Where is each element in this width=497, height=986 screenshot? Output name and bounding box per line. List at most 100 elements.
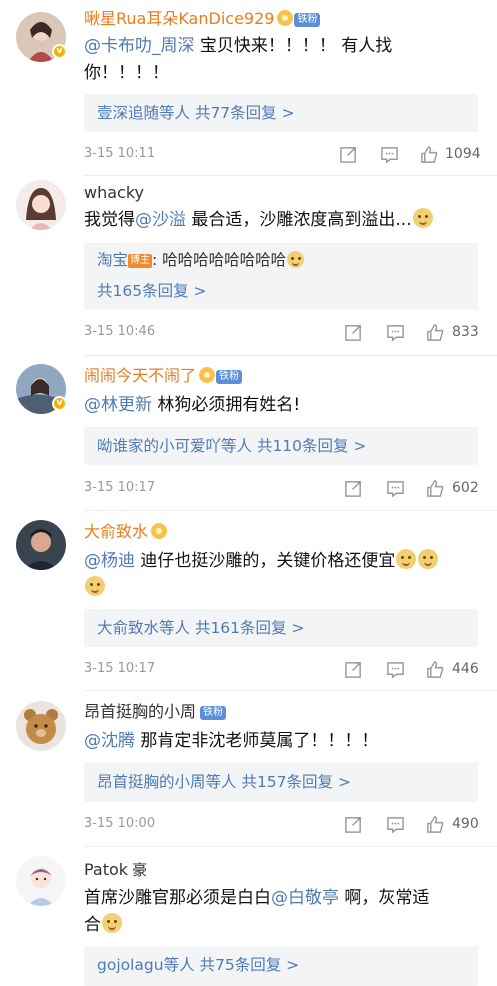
reply-preview-box[interactable]: 淘宝 博主: 哈哈哈哈哈哈哈哈 共165条回复 > <box>84 243 478 310</box>
reply-summary-box[interactable]: 壹深追随等人 共77条回复 > <box>84 94 478 132</box>
reply-summary-users[interactable]: 大俞致水等人 <box>97 619 190 637</box>
share-icon[interactable] <box>344 479 363 498</box>
username-text[interactable]: 大俞致水 <box>84 522 148 541</box>
username[interactable]: whacky <box>84 183 144 203</box>
username[interactable]: 闹闹今天不闹了 铁粉 <box>84 366 243 386</box>
share-icon[interactable] <box>339 145 358 164</box>
verified-badge-icon: v <box>52 44 67 59</box>
fan-tag: 铁粉 <box>294 13 321 27</box>
username-text[interactable]: whacky <box>84 183 144 202</box>
username[interactable]: 啾星Rua耳朵KanDice929 铁粉 <box>84 9 321 29</box>
reply-summary-box[interactable]: 大俞致水等人 共161条回复 > <box>84 609 478 647</box>
timestamp: 3-15 10:17 <box>84 661 156 676</box>
reply-summary-count[interactable]: 共77条回复 > <box>190 104 295 122</box>
username[interactable]: Patok 豪 <box>84 860 147 880</box>
mention-link[interactable]: @沈腾 <box>84 731 135 751</box>
reply-summary[interactable]: gojolagu等人 共75条回复 > <box>97 954 299 976</box>
reply-summary-count[interactable]: 共161条回复 > <box>190 619 305 637</box>
like-icon[interactable] <box>420 145 439 164</box>
comment-text: @沈腾 那肯定非沈老师莫属了！！！！ <box>84 728 470 755</box>
doge-emoji-icon <box>412 208 433 228</box>
title-suffix: 豪 <box>132 861 148 879</box>
fan-tag: 铁粉 <box>216 370 243 384</box>
reply-summary-users[interactable]: 呦谁家的小可爱吖等人 <box>97 437 252 455</box>
share-icon[interactable] <box>344 323 363 342</box>
comment-body: 那肯定非沈老师莫属了！！！！ <box>135 731 379 751</box>
username[interactable]: 大俞致水 <box>84 522 168 542</box>
mention-link[interactable]: @沙溢 <box>135 210 186 230</box>
username[interactable]: 昂首挺胸的小周 铁粉 <box>84 702 227 722</box>
avatar[interactable] <box>16 180 66 230</box>
reply-summary-count[interactable]: 共110条回复 > <box>252 437 367 455</box>
mention-link[interactable]: @林更新 <box>84 395 152 415</box>
username-text[interactable]: Patok <box>84 860 128 879</box>
comment-body: 迪仔也挺沙雕的，关键价格还便宜 <box>135 551 396 571</box>
reply-summary-count[interactable]: 共165条回复 > <box>97 282 207 300</box>
username-text[interactable]: 昂首挺胸的小周 <box>84 702 196 721</box>
reply-summary[interactable]: 昂首挺胸的小周等人 共157条回复 > <box>97 771 351 793</box>
share-icon[interactable] <box>344 815 363 834</box>
comment-icon[interactable] <box>386 660 405 679</box>
like-icon[interactable] <box>426 660 445 679</box>
reply-summary[interactable]: 呦谁家的小可爱吖等人 共110条回复 > <box>97 435 366 457</box>
mention-link[interactable]: @白敬亭 <box>271 888 339 908</box>
reply-summary-count[interactable]: 共75条回复 > <box>195 956 300 974</box>
like-icon[interactable] <box>426 815 445 834</box>
avatar[interactable] <box>16 701 66 751</box>
timestamp: 3-15 10:11 <box>84 146 156 161</box>
reply-summary-box[interactable]: 昂首挺胸的小周等人 共157条回复 > <box>84 762 478 802</box>
reply-summary-box[interactable]: gojolagu等人 共75条回复 > <box>84 946 478 986</box>
comment-body: 最合适，沙雕浓度高到溢出... <box>186 210 412 230</box>
sub-reply-text: : 哈哈哈哈哈哈哈哈 <box>152 251 287 269</box>
fan-badge-icon <box>151 523 168 539</box>
divider <box>84 510 497 511</box>
reply-summary[interactable]: 大俞致水等人 共161条回复 > <box>97 617 304 639</box>
doge-emoji-icon <box>418 549 439 569</box>
doge-emoji-icon <box>85 576 105 596</box>
comment-icon[interactable] <box>386 479 405 498</box>
like-icon[interactable] <box>426 323 445 342</box>
fan-badge-icon <box>199 367 216 383</box>
reply-summary-users[interactable]: gojolagu等人 <box>97 956 195 974</box>
comment-body-line2: 你！！！！ <box>84 63 169 83</box>
reply-summary[interactable]: 壹深追随等人 共77条回复 > <box>97 102 295 124</box>
comment-body: 林狗必须拥有姓名! <box>152 395 301 415</box>
doge-emoji-icon <box>287 251 305 268</box>
comment-body-prefix: 我觉得 <box>84 210 135 230</box>
comment-meta: 3-15 10:46 833 <box>84 321 479 343</box>
reply-summary-count[interactable]: 共157条回复 > <box>237 773 351 791</box>
timestamp: 3-15 10:00 <box>84 816 156 831</box>
reply-summary-users[interactable]: 昂首挺胸的小周等人 <box>97 773 237 791</box>
comment-meta: 3-15 10:17 602 <box>84 477 479 499</box>
comment-icon[interactable] <box>386 815 405 834</box>
reply-summary[interactable]: 共165条回复 > <box>97 280 207 302</box>
divider <box>84 175 497 176</box>
username-text[interactable]: 闹闹今天不闹了 <box>84 366 196 385</box>
divider <box>84 690 497 691</box>
doge-emoji-icon <box>396 549 417 569</box>
mention-link[interactable]: @卡布叻_周深 <box>84 36 195 56</box>
comment-body: 啊，灰常适 <box>339 888 430 908</box>
like-count: 602 <box>452 480 479 496</box>
comment-icon[interactable] <box>380 145 399 164</box>
fan-badge-icon <box>277 10 294 26</box>
sub-reply[interactable]: 淘宝 博主: 哈哈哈哈哈哈哈哈 <box>97 249 305 271</box>
fan-tag: 铁粉 <box>200 706 227 720</box>
reply-summary-users[interactable]: 壹深追随等人 <box>97 104 190 122</box>
share-icon[interactable] <box>344 660 363 679</box>
comment-icon[interactable] <box>386 323 405 342</box>
sub-reply-user[interactable]: 淘宝 <box>97 251 128 269</box>
like-icon[interactable] <box>426 479 445 498</box>
timestamp: 3-15 10:17 <box>84 480 156 495</box>
like-count: 490 <box>452 816 479 832</box>
reply-summary-box[interactable]: 呦谁家的小可爱吖等人 共110条回复 > <box>84 427 478 465</box>
comment-text: @林更新 林狗必须拥有姓名! <box>84 392 470 419</box>
mention-link[interactable]: @杨迪 <box>84 551 135 571</box>
comment-meta: 3-15 10:17 446 <box>84 658 479 680</box>
avatar[interactable] <box>16 856 66 906</box>
comment-text: 我觉得@沙溢 最合适，沙雕浓度高到溢出... <box>84 207 470 234</box>
username-text[interactable]: 啾星Rua耳朵KanDice929 <box>84 9 274 28</box>
avatar[interactable] <box>16 520 66 570</box>
like-count: 1094 <box>445 146 481 162</box>
verified-badge-icon: v <box>52 396 67 411</box>
